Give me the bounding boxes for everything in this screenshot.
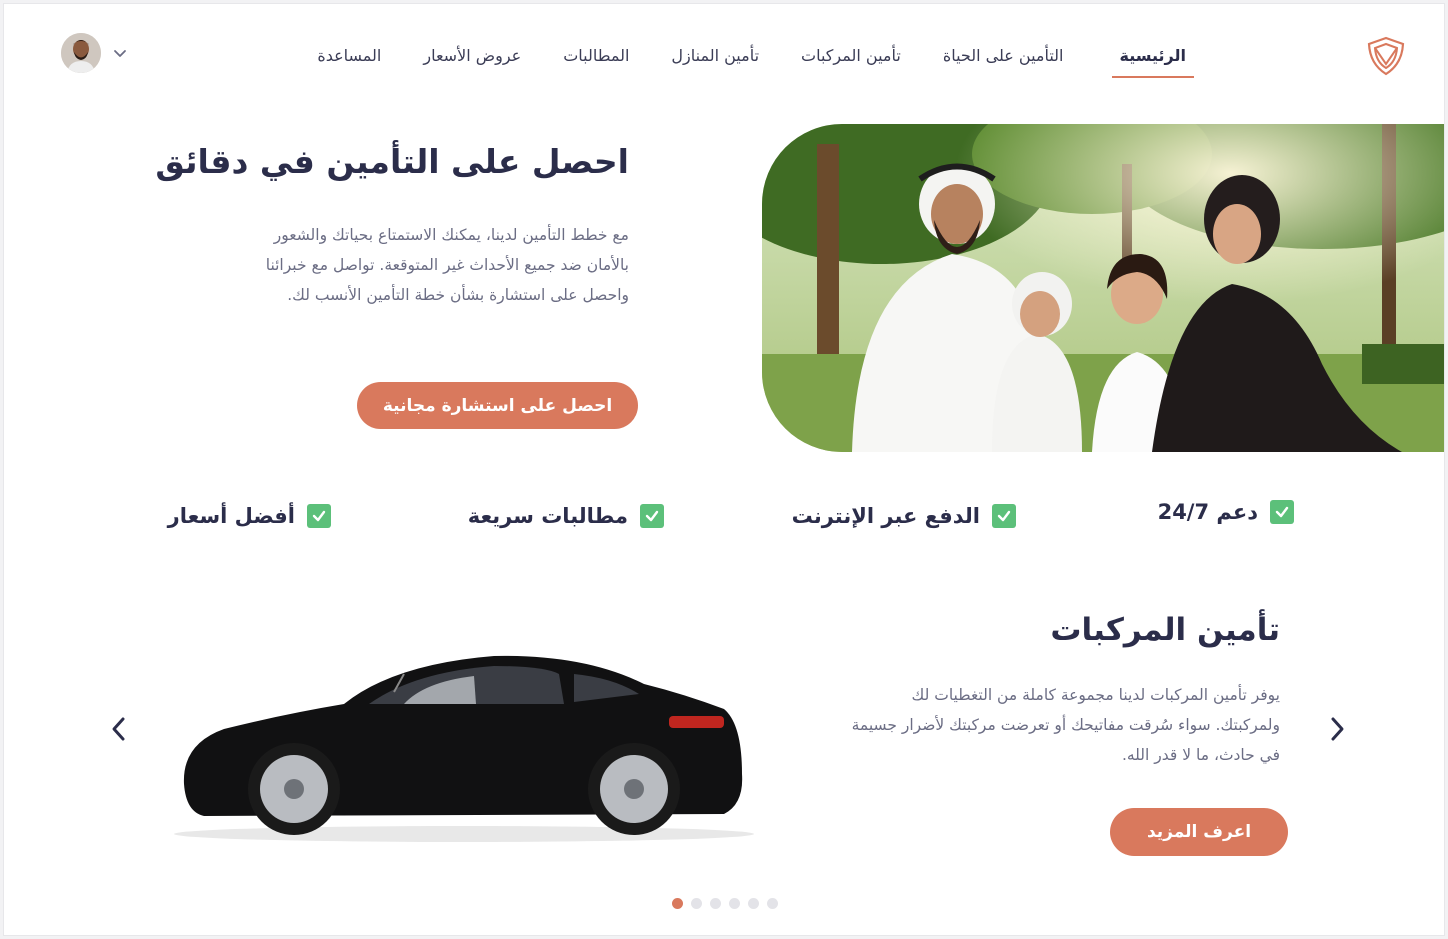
features-row: دعم 24/7 الدفع عبر الإنترنت مطالبات سريع… (164, 500, 1294, 540)
check-icon (992, 504, 1016, 528)
carousel-dot[interactable] (748, 898, 759, 909)
feature-item: مطالبات سريعة (468, 504, 664, 528)
nav-item-vehicle-insurance[interactable]: تأمين المركبات (801, 44, 901, 76)
chevron-right-icon (1331, 717, 1344, 741)
learn-more-button[interactable]: اعرف المزيد (1110, 808, 1288, 856)
nav-item-life-insurance[interactable]: التأمين على الحياة (943, 44, 1064, 76)
car-image (164, 634, 764, 854)
feature-item: أفضل أسعار (168, 504, 331, 528)
check-icon (640, 504, 664, 528)
product-title: تأمين المركبات (1050, 612, 1280, 648)
feature-label: أفضل أسعار (167, 504, 295, 528)
carousel-dots (672, 898, 778, 909)
check-icon (1270, 500, 1294, 524)
feature-label: مطالبات سريعة (467, 504, 628, 528)
hero-title: احصل على التأمين في دقائق (155, 142, 629, 181)
nav-item-home[interactable]: الرئيسية (1111, 44, 1194, 78)
nav-item-claims[interactable]: المطالبات (563, 44, 629, 76)
nav-item-help[interactable]: المساعدة (317, 44, 381, 76)
main-nav: الرئيسية التأمين على الحياة تأمين المركب… (317, 44, 1194, 78)
carousel-dot[interactable] (767, 898, 778, 909)
avatar[interactable] (61, 33, 101, 73)
chevron-down-icon[interactable] (111, 44, 129, 62)
nav-item-quotes[interactable]: عروض الأسعار (423, 44, 521, 76)
profile-menu[interactable] (61, 33, 129, 73)
chevron-left-icon (112, 717, 125, 741)
check-icon (307, 504, 331, 528)
carousel-dot[interactable] (691, 898, 702, 909)
hero-family-image (762, 124, 1444, 452)
carousel-dot[interactable] (729, 898, 740, 909)
feature-item: دعم 24/7 (1158, 500, 1294, 524)
nav-item-home-insurance[interactable]: تأمين المنازل (671, 44, 759, 76)
feature-label: الدفع عبر الإنترنت (791, 504, 980, 528)
carousel-dot[interactable] (672, 898, 683, 909)
carousel-prev-button[interactable] (104, 712, 134, 746)
feature-item: الدفع عبر الإنترنت (792, 504, 1016, 528)
product-description: يوفر تأمين المركبات لدينا مجموعة كاملة م… (851, 686, 1280, 764)
feature-label: دعم 24/7 (1157, 500, 1258, 524)
shield-logo-icon[interactable] (1364, 34, 1408, 78)
carousel-next-button[interactable] (1322, 712, 1352, 746)
hero-description: مع خطط التأمين لدينا، يمكنك الاستمتاع بح… (265, 226, 629, 304)
free-consultation-button[interactable]: احصل على استشارة مجانية (357, 382, 638, 429)
carousel-dot[interactable] (710, 898, 721, 909)
page-frame: الرئيسية التأمين على الحياة تأمين المركب… (3, 3, 1445, 936)
